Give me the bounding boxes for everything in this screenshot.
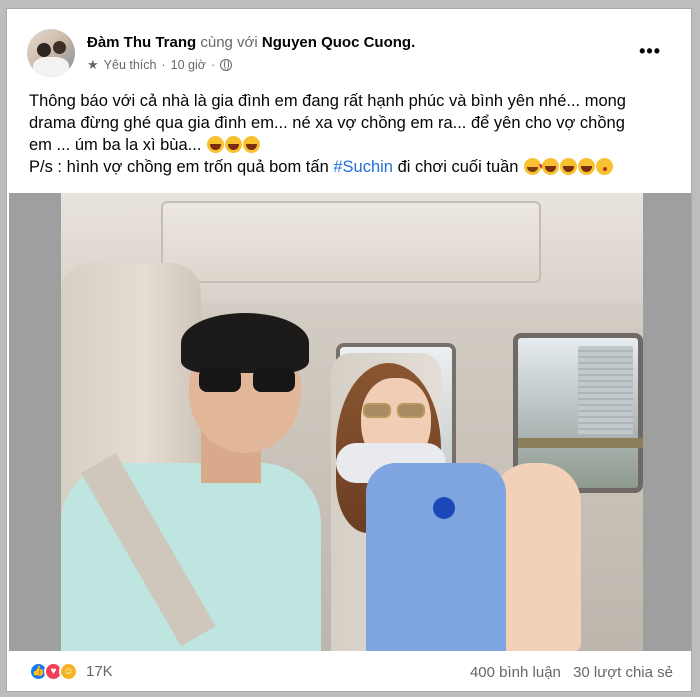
grin-emoji-icon (578, 158, 596, 175)
globe-icon[interactable] (220, 59, 233, 71)
reaction-count[interactable]: 17K (86, 663, 113, 680)
post-text-line: Thông báo với cả nhà là gia đình em đang… (29, 92, 626, 110)
with-text: cùng với (200, 34, 258, 51)
grin-emoji-icon (243, 136, 261, 153)
favorite-label[interactable]: Yêu thích (104, 58, 157, 72)
love-emoji-icon (524, 155, 544, 177)
author-avatar[interactable] (27, 29, 75, 77)
post-time[interactable]: 10 giờ (171, 58, 206, 72)
tagged-name[interactable]: Nguyen Quoc Cuong. (262, 34, 415, 51)
haha-reaction-icon: ☺ (59, 662, 78, 681)
meta-separator-2: · (210, 58, 216, 72)
post-meta: ★ Yêu thích · 10 giờ · (87, 57, 233, 73)
car-selfie-image (61, 193, 643, 651)
more-options-icon[interactable]: ••• (639, 41, 661, 62)
post-text-line: drama đừng ghé qua gia đình em... né xa … (29, 114, 625, 132)
post-photo[interactable] (9, 193, 691, 651)
meta-separator: · (161, 58, 166, 72)
share-count[interactable]: 30 lượt chia sẻ (573, 664, 673, 681)
post-text-line-3: em ... úm ba la xì bùa... (29, 134, 681, 156)
screenshot-frame: Đàm Thu Trang cùng với Nguyen Quoc Cuong… (0, 0, 700, 697)
grin-emoji-icon (560, 158, 578, 175)
post-text: Thông báo với cả nhà là gia đình em đang… (29, 90, 681, 178)
kiss-emoji-icon (596, 158, 614, 175)
engagement-counts: 400 bình luận 30 lượt chia sẻ (470, 664, 673, 681)
star-icon: ★ (87, 57, 99, 72)
grin-emoji-icon (542, 158, 560, 175)
grin-emoji-icon (207, 136, 225, 153)
grin-emoji-icon (225, 136, 243, 153)
hashtag-link[interactable]: #Suchin (333, 158, 393, 176)
reaction-summary[interactable]: 👍 ♥ ☺ 17K (29, 662, 113, 681)
post-header-names: Đàm Thu Trang cùng với Nguyen Quoc Cuong… (87, 34, 415, 51)
comment-count[interactable]: 400 bình luận (470, 664, 561, 681)
post-card: Đàm Thu Trang cùng với Nguyen Quoc Cuong… (6, 8, 692, 692)
post-text-line-4: P/s : hình vợ chồng em trốn quả bom tấn … (29, 155, 681, 178)
author-name[interactable]: Đàm Thu Trang (87, 34, 196, 51)
